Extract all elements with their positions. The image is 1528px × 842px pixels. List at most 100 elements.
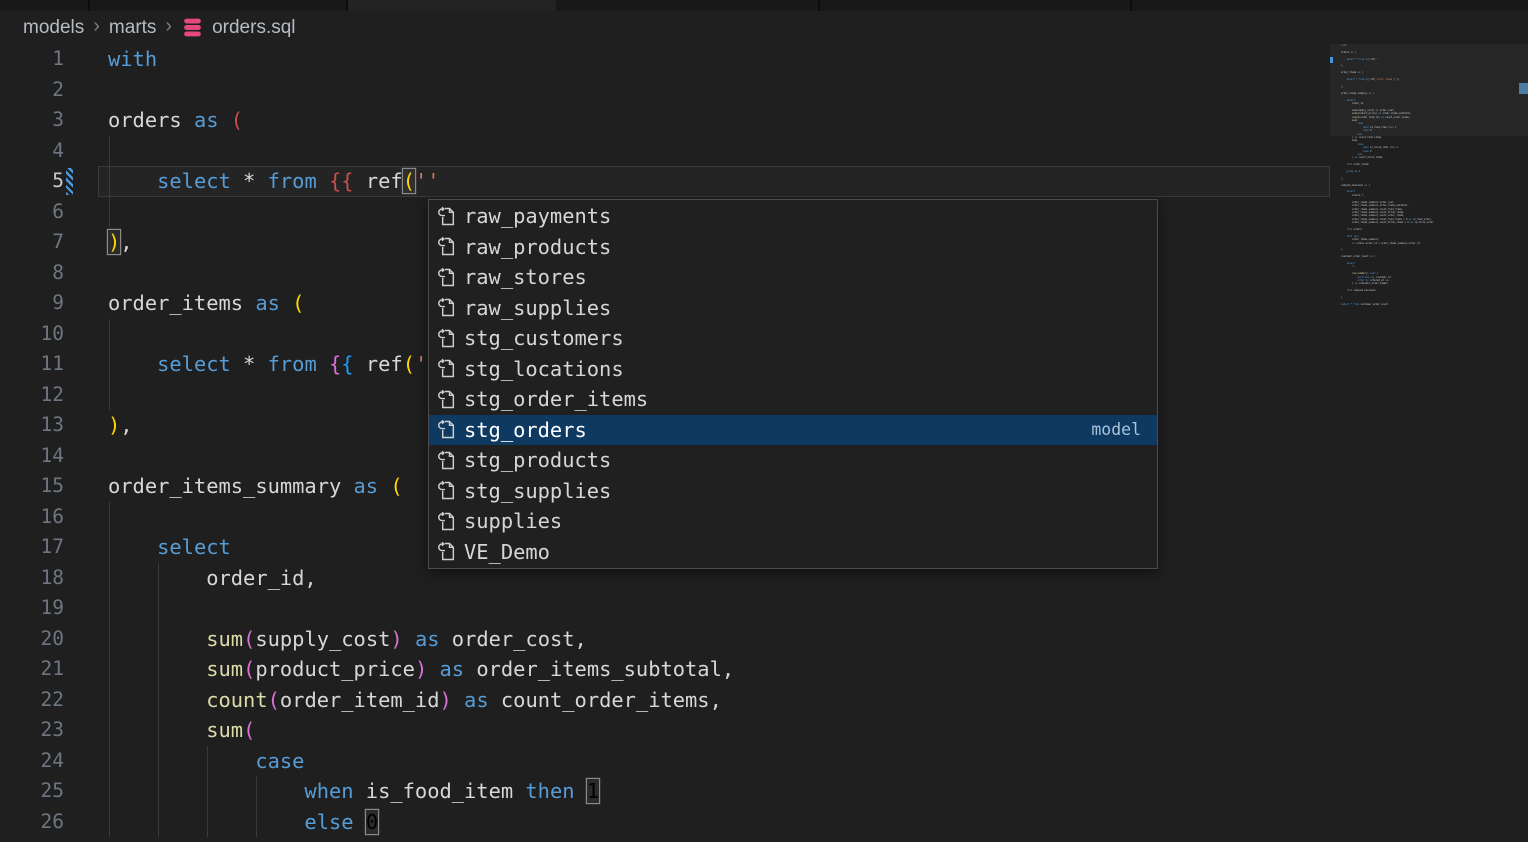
model-file-icon [436, 297, 457, 318]
line-number: 26 [0, 807, 64, 838]
model-file-icon [436, 541, 457, 562]
line-number: 1 [0, 44, 64, 75]
suggest-item[interactable]: raw_payments [429, 201, 1157, 232]
line-number: 10 [0, 319, 64, 350]
suggest-item-label: raw_supplies [464, 296, 611, 320]
minimap[interactable]: withorders as ( select * from {{ ref('')… [1332, 44, 1518, 314]
tab-separator [818, 0, 820, 11]
model-file-icon [436, 328, 457, 349]
tab[interactable] [557, 0, 818, 11]
code-text: select * from {{ ref(' [108, 349, 427, 380]
suggest-item-label: raw_stores [464, 265, 587, 289]
suggest-item[interactable]: raw_stores [429, 262, 1157, 293]
breadcrumb-item-models[interactable]: models [23, 17, 84, 39]
line-number: 2 [0, 75, 64, 106]
suggest-item[interactable]: stg_customers [429, 323, 1157, 354]
code-text: select * from {{ ref('' [108, 166, 440, 197]
suggest-item[interactable]: stg_products [429, 445, 1157, 476]
code-line[interactable]: 21 sum(product_price) as order_items_sub… [0, 654, 1330, 685]
model-file-icon [436, 206, 457, 227]
suggest-item[interactable]: stg_order_items [429, 384, 1157, 415]
code-line[interactable]: 22 count(order_item_id) as count_order_i… [0, 685, 1330, 716]
indent-guide [109, 593, 110, 624]
model-file-icon [436, 267, 457, 288]
code-line[interactable]: 20 sum(supply_cost) as order_cost, [0, 624, 1330, 655]
git-modified-indicator[interactable] [66, 168, 73, 195]
tab-active[interactable] [348, 0, 556, 11]
code-text: select [108, 532, 231, 563]
model-file-icon [436, 389, 457, 410]
suggest-item-label: VE_Demo [464, 540, 550, 564]
breadcrumb-item-marts[interactable]: marts [109, 17, 157, 39]
indent-guide [109, 319, 110, 350]
suggest-item-label: stg_customers [464, 326, 624, 350]
suggest-item[interactable]: VE_Demo [429, 537, 1157, 568]
indent-guide [109, 197, 110, 228]
line-number: 14 [0, 441, 64, 472]
line-number: 19 [0, 593, 64, 624]
indent-guide [158, 593, 159, 624]
code-line[interactable]: 23 sum( [0, 715, 1330, 746]
chevron-right-icon: › [93, 15, 100, 38]
code-text: with [108, 44, 157, 75]
suggest-item-label: stg_supplies [464, 479, 611, 503]
minimap-line: select * from customer_order_count [1332, 303, 1518, 306]
code-line[interactable]: 3orders as ( [0, 105, 1330, 136]
modified-line-marker [1519, 83, 1528, 94]
code-text: order_items_summary as ( [108, 471, 403, 502]
code-line[interactable]: 25 when is_food_item then 1 [0, 776, 1330, 807]
code-line[interactable]: 26 else 0 [0, 807, 1330, 838]
suggest-item[interactable]: raw_products [429, 232, 1157, 263]
line-number: 15 [0, 471, 64, 502]
suggest-item-label: raw_products [464, 235, 611, 259]
chevron-right-icon: › [165, 15, 172, 38]
suggest-widget: raw_payments raw_products raw_stores raw_su… [428, 199, 1158, 569]
code-text: when is_food_item then 1 [108, 776, 599, 807]
tab-separator [1130, 0, 1132, 11]
code-text: ), [108, 410, 133, 441]
code-text: case [108, 746, 304, 777]
model-file-icon [436, 419, 457, 440]
suggest-item[interactable]: supplies [429, 506, 1157, 537]
code-text: sum( [108, 715, 255, 746]
model-file-icon [436, 480, 457, 501]
indent-guide [109, 136, 110, 167]
line-number: 13 [0, 410, 64, 441]
code-line[interactable]: 1 with [0, 44, 1330, 75]
code-line[interactable]: 19 [0, 593, 1330, 624]
model-file-icon [436, 358, 457, 379]
line-number: 22 [0, 685, 64, 716]
code-text: count(order_item_id) as count_order_item… [108, 685, 722, 716]
code-text: sum(supply_cost) as order_cost, [108, 624, 587, 655]
line-number: 17 [0, 532, 64, 563]
suggest-item-label: raw_payments [464, 204, 611, 228]
indent-guide [109, 380, 110, 411]
suggest-item-selected[interactable]: stg_ordersmodel [429, 415, 1157, 446]
code-line[interactable]: 2 [0, 75, 1330, 106]
suggest-item[interactable]: raw_supplies [429, 293, 1157, 324]
line-number: 8 [0, 258, 64, 289]
tab-separator [346, 0, 348, 11]
suggest-item[interactable]: stg_supplies [429, 476, 1157, 507]
code-line[interactable]: 4 [0, 136, 1330, 167]
line-number: 25 [0, 776, 64, 807]
breadcrumb: models › marts › orders.sql [0, 11, 1528, 44]
tab[interactable] [90, 0, 346, 11]
suggest-item[interactable]: stg_locations [429, 354, 1157, 385]
code-text: sum(product_price) as order_items_subtot… [108, 654, 734, 685]
code-line[interactable]: 5 select * from {{ ref('' [0, 166, 1330, 197]
tab-strip [0, 0, 1528, 11]
code-text: else 0 [108, 807, 378, 838]
line-number: 24 [0, 746, 64, 777]
overview-ruler[interactable] [1519, 44, 1528, 842]
model-file-icon [436, 236, 457, 257]
code-text: ), [108, 227, 133, 258]
code-line[interactable]: 24 case [0, 746, 1330, 777]
code-text: order_id, [108, 563, 317, 594]
tab[interactable] [0, 0, 88, 11]
line-number: 18 [0, 563, 64, 594]
model-file-icon [436, 450, 457, 471]
breadcrumb-file-name[interactable]: orders.sql [212, 17, 295, 39]
suggest-item-label: stg_locations [464, 357, 624, 381]
tab[interactable] [820, 0, 1130, 11]
